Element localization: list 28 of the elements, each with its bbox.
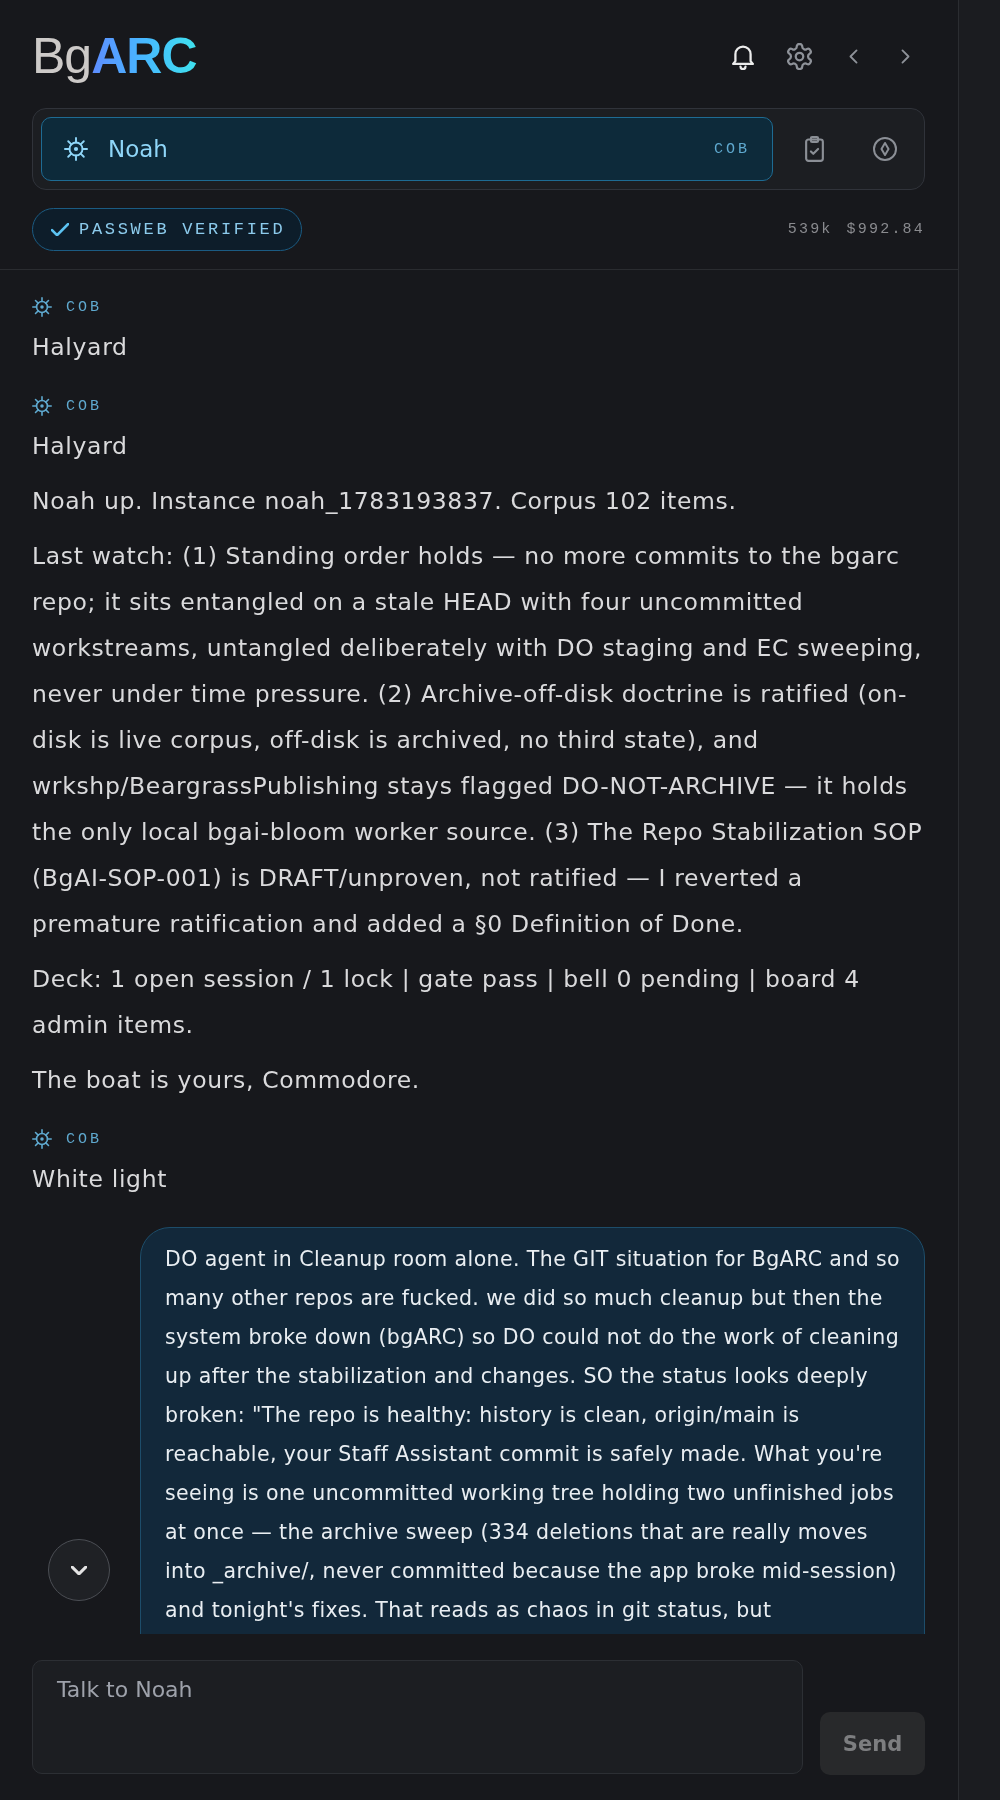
compass-icon[interactable]	[873, 137, 897, 161]
check-icon	[51, 223, 69, 236]
sender-role: COB	[66, 397, 102, 415]
verification-label: PASSWEB VERIFIED	[79, 220, 286, 239]
agent-tab[interactable]: Noah COB	[41, 117, 773, 181]
ship-wheel-icon	[32, 1129, 52, 1149]
sender-role: COB	[66, 298, 102, 316]
chevron-left-icon[interactable]	[849, 48, 858, 64]
sender-role: COB	[66, 1130, 102, 1148]
ship-wheel-icon	[32, 396, 52, 416]
chevron-right-icon[interactable]	[901, 48, 910, 64]
message-text: DO agent in Cleanup room alone. The GIT situation for BgARC and so many other repos are fucked. we did so much cleanup but then the system broke down (bgARC) so DO could not do the work of cleaning up after the stabilization and changes. SO the status looks deeply broken: "The repo is healthy: history is clean, origin/main is reachable, your Staff Assistant commit is safely made. What you're seeing is one uncommitted working tree holding two unfinished jobs at once — the archive sweep (334 deletions that are really moves into _archive/, never committed because the app broke mid-session) and tonight's fixes. That reads as chaos in git status, but	[165, 1246, 901, 1624]
chevron-down-icon	[71, 1565, 87, 1575]
message-input[interactable]: Talk to Noah	[32, 1660, 803, 1774]
clipboard-check-icon[interactable]	[805, 136, 824, 162]
role-label: COB	[714, 140, 750, 158]
token-count: 539k	[787, 221, 833, 238]
settings-icon[interactable]	[786, 42, 813, 70]
message-text: Noah up. Instance noah_1783193837. Corpus 102 items.	[32, 486, 738, 517]
ship-wheel-icon	[64, 137, 88, 161]
message-text: The boat is yours, Commodore.	[32, 1065, 421, 1096]
message-text: Deck: 1 open session / 1 lock | gate pass | bell 0 pending | board 4 admin items.	[32, 964, 861, 1041]
ship-wheel-icon	[32, 297, 52, 317]
message-text: Last watch: (1) Standing order holds — no more commits to the bgarc repo; it sits entangled on a stale HEAD with four uncommitted workstreams, untangled deliberately with DO staging and EC sweeping, never under time pressure. (2) Archive-off-disk doctrine is ratified (on-disk is live corpus, off-disk is archived, no third state), and wrkshp/BeargrassPublishing stays flagged DO-NOT-ARCHIVE — it holds the only local bgai-bloom worker source. (3) The Repo Stabilization SOP (BgAI-SOP-001) is DRAFT/unproven, not ratified — I reverted a premature ratification and added a §0 Definition of Done.	[32, 541, 924, 940]
message-text: Halyard	[32, 431, 129, 462]
message-text: Halyard	[32, 332, 129, 363]
message-text: White light	[32, 1164, 169, 1195]
cost-amount: $992.84	[846, 221, 925, 238]
